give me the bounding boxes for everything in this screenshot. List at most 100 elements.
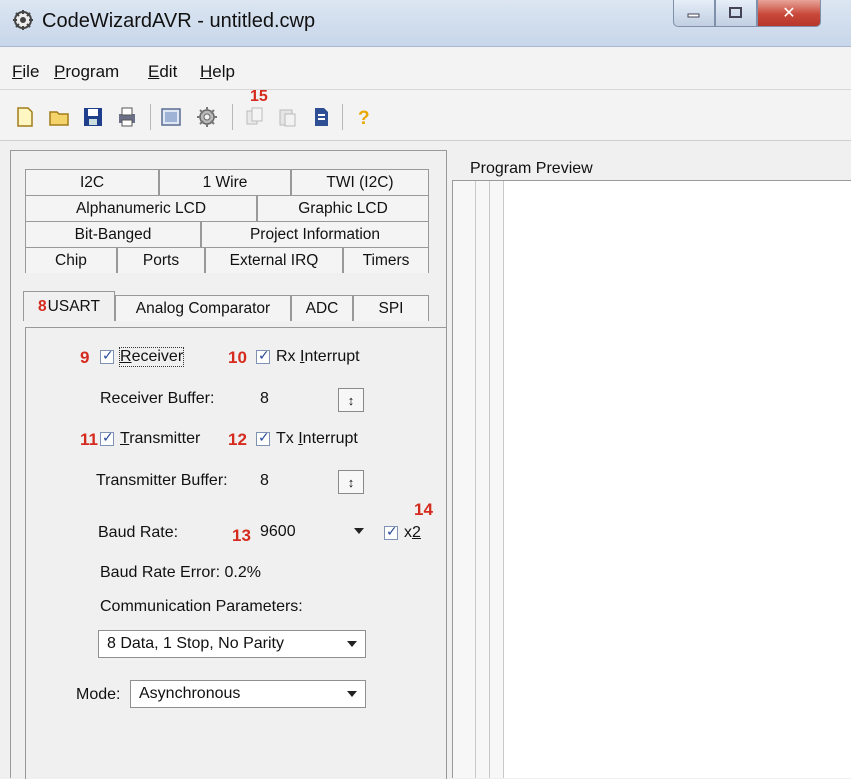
new-file-icon[interactable] [14,106,36,128]
tab-label: ADC [305,299,339,317]
close-button[interactable]: ✕ [757,0,821,27]
tab-label: Analog Comparator [135,299,271,317]
rx-interrupt-checkbox[interactable] [256,347,270,364]
x2-label[interactable]: x2 [404,524,421,542]
dropdown-arrow-icon [347,691,357,697]
menu-bar: File Program Edit Help [0,47,851,90]
toolbar-separator [150,104,151,130]
tx-interrupt-label[interactable]: Tx Interrupt [276,430,358,448]
toolbar-separator [342,104,343,130]
receiver-label[interactable]: Receiver [118,347,185,367]
x2-checkbox[interactable] [384,523,398,540]
menu-help[interactable]: Help [200,62,235,82]
tab-bit-banged[interactable]: Bit-Banged [25,221,201,247]
receiver-buffer-input[interactable]: 8 [260,390,269,408]
tab-alphanumeric-lcd[interactable]: Alphanumeric LCD [25,195,257,221]
maximize-icon [729,7,742,18]
receiver-buffer-spinner[interactable]: ↕ [338,388,364,412]
program-preview-title: Program Preview [470,160,593,177]
minimize-button[interactable] [673,0,715,27]
toolbar-callout-number: 15 [250,88,268,105]
toolbar: 15 ? [0,88,851,141]
transmitter-checkbox[interactable] [100,429,114,446]
tab-spi[interactable]: SPI [353,295,429,321]
tab-label: USART [47,297,100,315]
tab-project-information[interactable]: Project Information [201,221,429,247]
tab-label: Graphic LCD [298,199,388,217]
settings-panel: I2C 1 Wire TWI (I2C) Alphanumeric LCD Gr… [10,150,447,779]
program-preview-area[interactable] [452,180,851,778]
tab-label: Timers [362,251,410,269]
menu-file[interactable]: File [12,62,39,82]
open-folder-icon[interactable] [48,106,70,128]
generate-gear-icon[interactable] [196,106,218,128]
save-icon[interactable] [82,106,104,128]
print-icon[interactable] [116,106,138,128]
preview-icon[interactable] [160,106,182,128]
tab-label: Project Information [249,225,381,243]
tab-label: External IRQ [229,251,319,269]
baud-rate-label: Baud Rate: [98,524,179,541]
tab-analog-comparator[interactable]: Analog Comparator [115,295,291,321]
menu-edit[interactable]: Edit [148,62,177,82]
title-bar: CodeWizardAVR - untitled.cwp ✕ [0,0,851,47]
up-down-arrows-icon: ↕ [347,392,355,408]
tab-label: Alphanumeric LCD [75,199,207,217]
transmitter-buffer-label: Transmitter Buffer: [96,472,228,489]
rx-interrupt-callout-number: 10 [228,348,247,367]
app-gear-icon[interactable] [12,9,34,31]
tab-usart[interactable]: 8 USART [23,291,115,321]
gutter-divider [475,181,476,778]
tab-timers[interactable]: Timers [343,247,429,273]
receiver-checkbox[interactable] [100,347,114,364]
up-down-arrows-icon: ↕ [347,474,355,490]
rx-interrupt-label[interactable]: Rx Interrupt [276,348,360,366]
paste-icon[interactable] [276,106,298,128]
tab-label: TWI (I2C) [326,173,394,191]
receiver-callout-number: 9 [80,348,90,367]
communication-parameters-value: 8 Data, 1 Stop, No Parity [107,635,284,652]
tab-graphic-lcd[interactable]: Graphic LCD [257,195,429,221]
close-icon: ✕ [782,5,796,22]
baud-rate-error-text: Baud Rate Error: 0.2% [100,564,261,581]
transmitter-buffer-input[interactable]: 8 [260,472,269,490]
copy-icon[interactable] [244,106,266,128]
communication-parameters-label: Communication Parameters: [100,598,303,615]
maximize-button[interactable] [715,0,757,27]
window-title: CodeWizardAVR - untitled.cwp [42,10,316,32]
help-icon[interactable]: ? [352,106,374,128]
tab-label: 1 Wire [202,173,248,191]
communication-parameters-select[interactable]: 8 Data, 1 Stop, No Parity [98,630,366,658]
svg-text:?: ? [358,108,370,128]
usart-callout-number: 8 [38,297,47,315]
mode-label: Mode: [76,686,121,703]
baud-rate-value: 9600 [260,523,296,540]
tx-interrupt-checkbox[interactable] [256,429,270,446]
transmitter-callout-number: 11 [80,430,98,449]
tab-twi[interactable]: TWI (I2C) [291,169,429,195]
tab-label: Chip [55,251,87,269]
tab-adc[interactable]: ADC [291,295,353,321]
tab-i2c[interactable]: I2C [25,169,159,195]
mode-select[interactable]: Asynchronous [130,680,366,708]
baud-rate-callout-number: 13 [232,526,251,545]
tab-ports[interactable]: Ports [117,247,205,273]
transmitter-label[interactable]: Transmitter [120,430,200,448]
transmitter-buffer-spinner[interactable]: ↕ [338,470,364,494]
gutter-divider [503,181,504,778]
baud-rate-select[interactable]: 9600 [252,518,372,546]
dropdown-arrow-icon [354,528,364,534]
tab-1wire[interactable]: 1 Wire [159,169,291,195]
tab-label: SPI [378,299,404,317]
tx-interrupt-callout-number: 12 [228,430,247,449]
toolbar-separator [232,104,233,130]
document-icon[interactable] [310,106,332,128]
tab-label: I2C [79,173,105,191]
tab-external-irq[interactable]: External IRQ [205,247,343,273]
mode-value: Asynchronous [139,685,241,702]
menu-program[interactable]: Program [54,62,119,82]
line-number-gutter [453,181,503,778]
tab-chip[interactable]: Chip [25,247,117,273]
tab-label: Bit-Banged [74,225,152,243]
receiver-buffer-label: Receiver Buffer: [100,390,215,407]
